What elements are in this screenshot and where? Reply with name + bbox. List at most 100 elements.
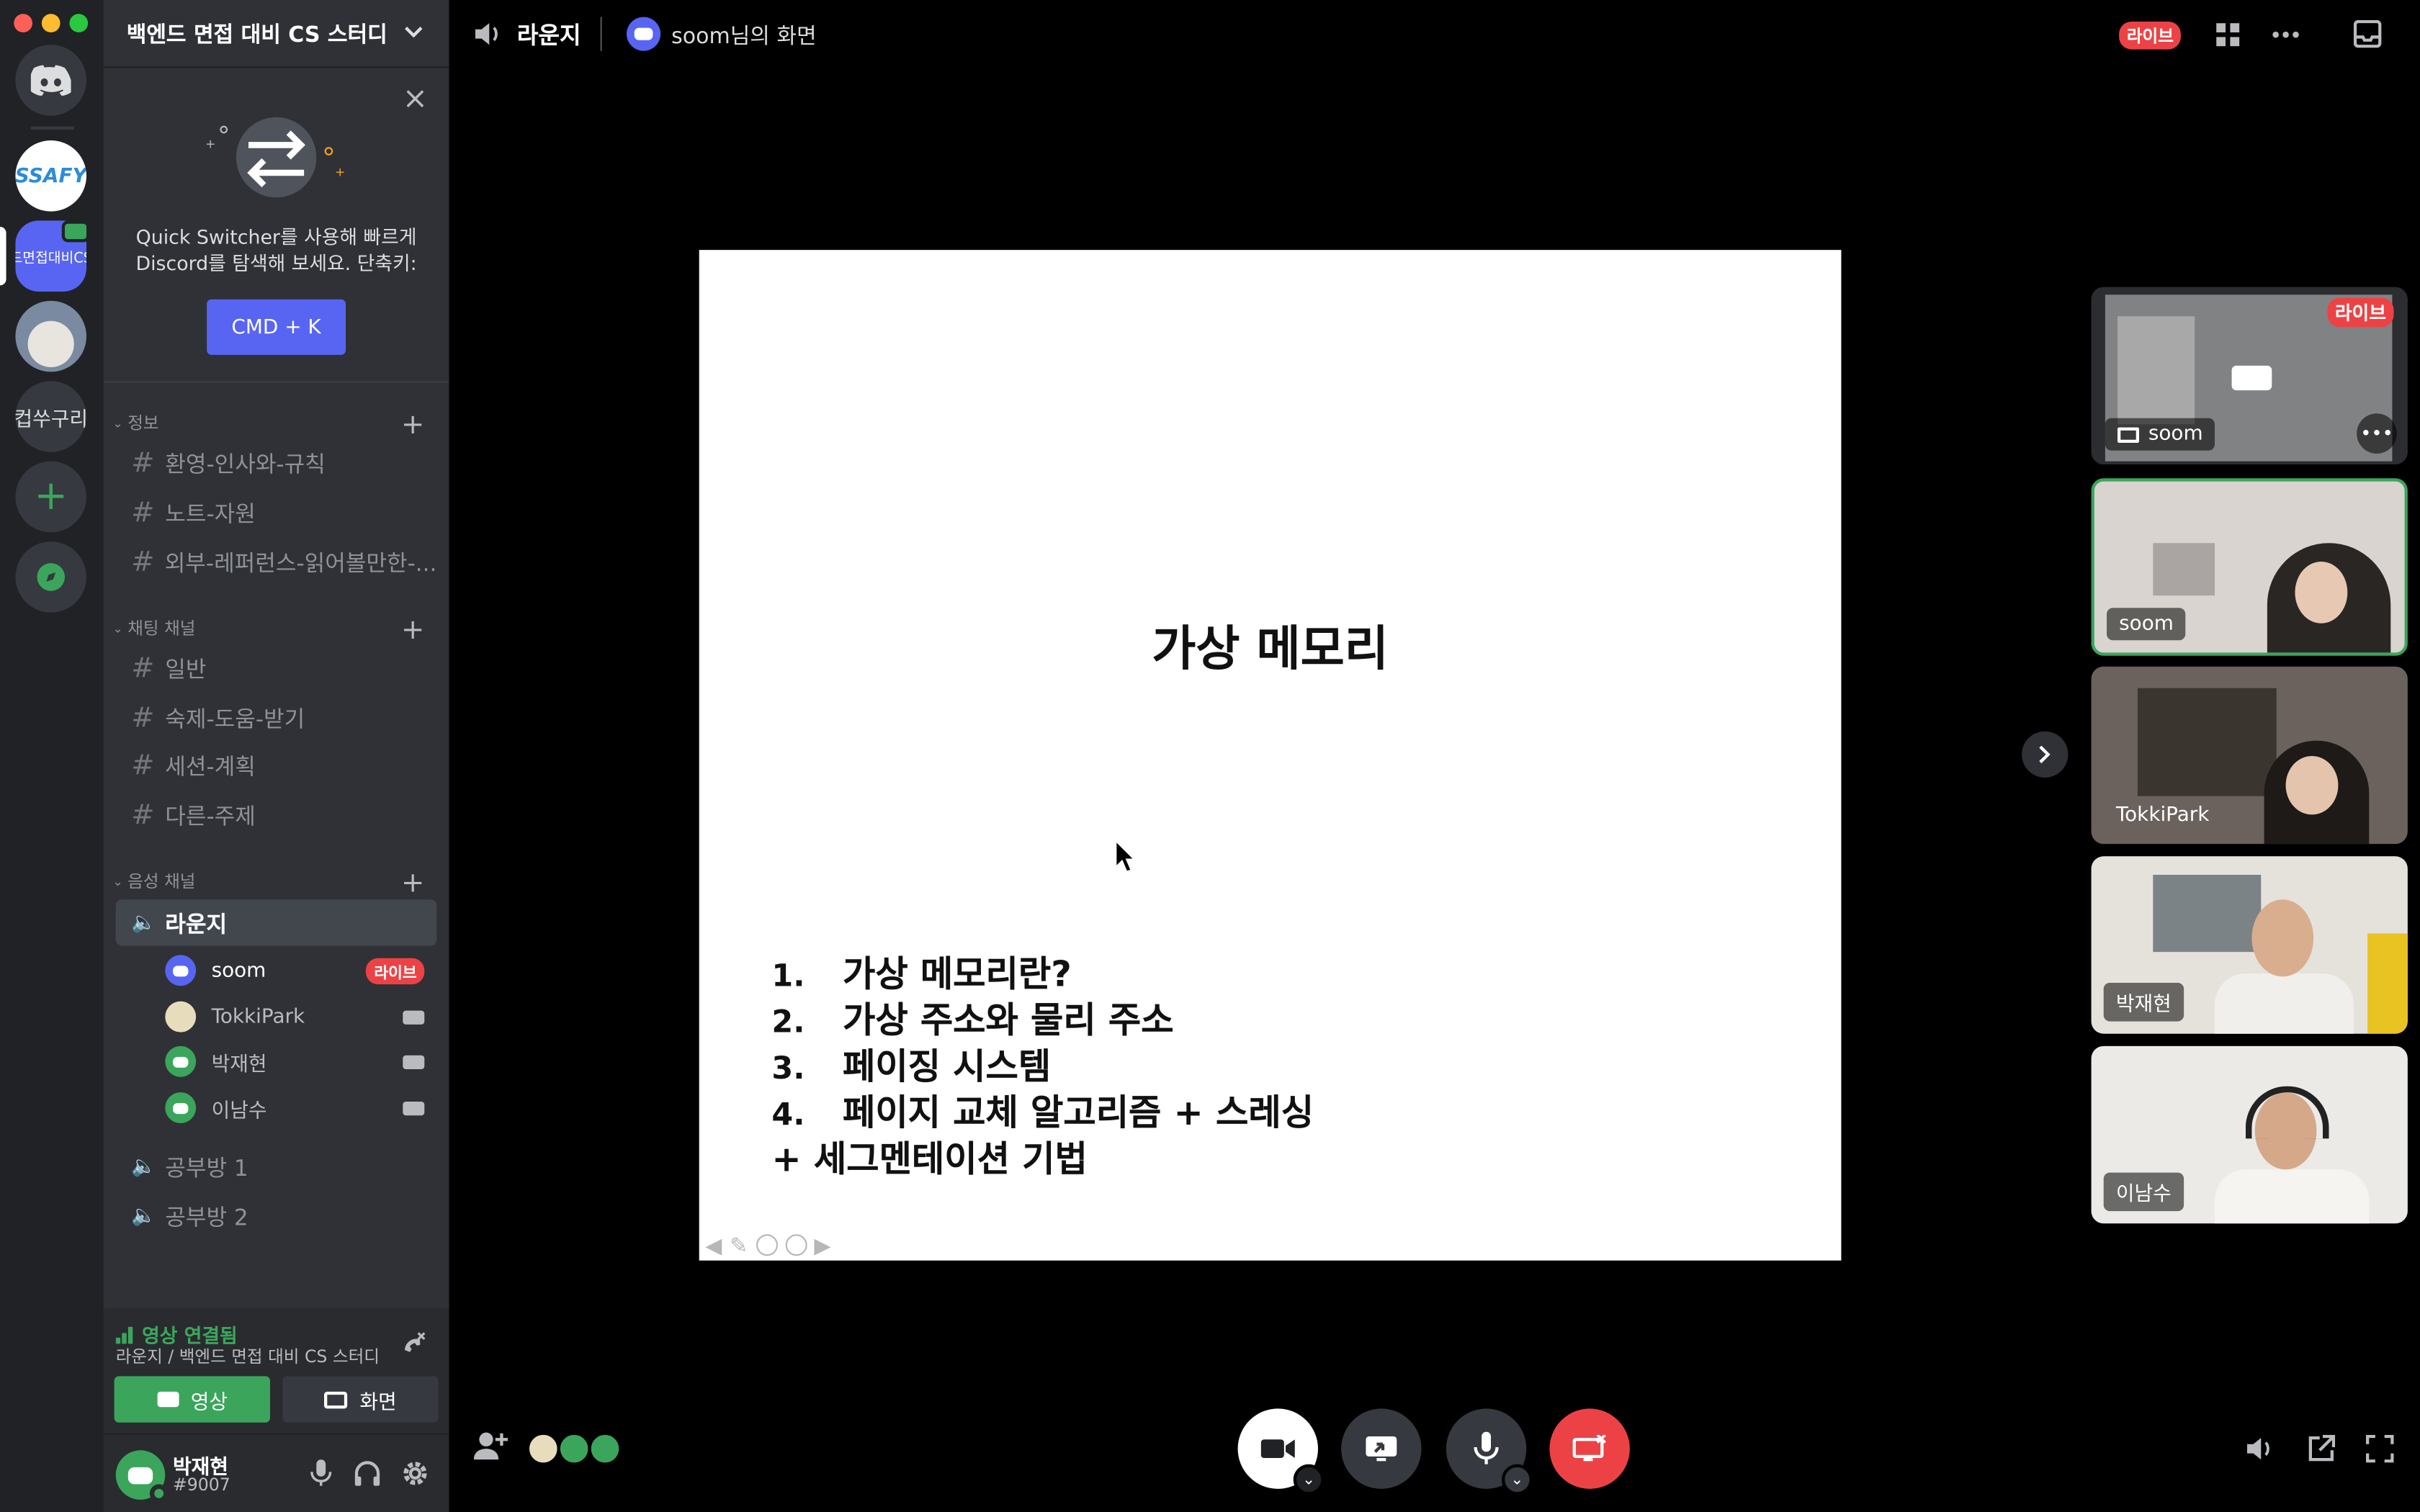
category-info[interactable]: ⌄ 정보: [112, 410, 158, 435]
shared-screen-slide[interactable]: 가상 메모리 1. 가상 메모리란? 2. 가상 주소와 물리 주소 3. 페이징 시…: [699, 250, 1842, 1261]
discord-logo-icon: [173, 1102, 189, 1114]
compass-icon: [37, 563, 65, 591]
voice-user-park[interactable]: 박재현: [165, 1040, 436, 1083]
participant-tile-park[interactable]: 박재현: [2091, 856, 2408, 1034]
user-avatar[interactable]: [115, 1450, 169, 1503]
slide-title: 가상 메모리: [1152, 621, 1389, 678]
participant-tile-stream[interactable]: 라이브 soom •••: [2091, 287, 2408, 464]
channel-references[interactable]: # 외부-레퍼런스-읽어볼만한-...: [116, 539, 437, 585]
voice-channel-study-1[interactable]: 🔈 공부방 1: [116, 1143, 437, 1189]
speaker-icon: 🔈: [131, 1204, 156, 1228]
fullscreen-icon[interactable]: [2366, 1434, 2394, 1463]
expand-participants-button[interactable]: [2022, 731, 2069, 778]
voice-user-name: TokkiPark: [211, 1005, 305, 1029]
slide-nav-controls[interactable]: ◀ ✎ ▶: [705, 1234, 830, 1259]
server-header[interactable]: 백엔드 면접 대비 CS 스터디: [103, 0, 449, 68]
category-text[interactable]: ⌄ 채팅 채널: [112, 616, 195, 640]
channel-welcome[interactable]: # 환영-인사와-규칙: [116, 440, 437, 486]
channel-notes[interactable]: # 노트-자원: [116, 489, 437, 535]
participant-avatars[interactable]: [526, 1431, 622, 1466]
tile-label: 이남수: [2103, 1172, 2184, 1212]
tile-options-button[interactable]: •••: [2357, 413, 2397, 454]
category-label: 채팅 채널: [127, 618, 196, 639]
participant-tile-tokkipark[interactable]: TokkiPark: [2091, 666, 2408, 845]
add-server-button[interactable]: +: [15, 461, 86, 533]
minimize-window-button[interactable]: [41, 14, 60, 32]
voice-user-lee[interactable]: 이남수: [165, 1086, 436, 1130]
wall-pictures: [2153, 543, 2215, 596]
voice-channel-lounge[interactable]: 🔈 라운지: [115, 899, 437, 946]
channel-homework[interactable]: # 숙제-도움-받기: [116, 694, 437, 740]
video-camera-icon: [156, 1391, 179, 1408]
discord-logo-icon: [634, 27, 653, 40]
voice-channel-study-2[interactable]: 🔈 공부방 2: [116, 1192, 437, 1238]
participant-tile-lee[interactable]: 이남수: [2091, 1045, 2408, 1224]
create-channel-button[interactable]: +: [401, 616, 424, 644]
more-options-icon[interactable]: [2272, 31, 2300, 39]
video-status-icon: [61, 220, 90, 243]
channel-general[interactable]: # 일반: [116, 645, 437, 691]
disconnect-icon[interactable]: [400, 1330, 428, 1358]
pop-out-icon[interactable]: [2308, 1434, 2336, 1463]
voice-user-name: 이남수: [211, 1099, 267, 1122]
chevron-down-icon[interactable]: ⌄: [1293, 1464, 1325, 1495]
explore-servers-button[interactable]: [15, 541, 86, 613]
server-text[interactable]: 컵쑤구리: [15, 381, 86, 452]
discord-logo-icon: [173, 1056, 189, 1067]
voice-user-soom[interactable]: soom 라이브: [165, 949, 436, 992]
grid-layout-icon[interactable]: [2216, 23, 2240, 47]
channel-label: 노트-자원: [165, 502, 256, 527]
video-button[interactable]: 영상: [114, 1376, 270, 1423]
svg-text:+: +: [205, 138, 215, 152]
create-channel-button[interactable]: +: [401, 869, 424, 897]
inbox-icon[interactable]: [2353, 19, 2382, 48]
category-voice[interactable]: ⌄ 음성 채널: [112, 868, 195, 893]
channel-session-plan[interactable]: # 세션-계획: [116, 742, 437, 788]
gear-icon[interactable]: [401, 1459, 429, 1488]
zoom-window-button[interactable]: [69, 14, 89, 32]
online-status-dot: [149, 1484, 169, 1503]
server-ssafy[interactable]: SSAFY: [15, 140, 86, 212]
volume-icon[interactable]: [2246, 1435, 2277, 1463]
rail-divider: [30, 126, 74, 130]
cmd-k-button[interactable]: CMD + K: [207, 299, 346, 355]
camera-toggle-button[interactable]: ⌄: [1237, 1408, 1325, 1495]
chevron-down-icon: ⌄: [112, 415, 123, 430]
screen-share-toggle-button[interactable]: [1341, 1408, 1422, 1489]
stop-streaming-button[interactable]: [1549, 1408, 1630, 1489]
channel-other-topics[interactable]: # 다른-주제: [116, 791, 437, 837]
screen-share-button[interactable]: 화면: [282, 1376, 439, 1423]
stage: 라운지 soom님의 화면 라이브 가상 메모리 1. 가상 메모리란? 2. 가상…: [449, 0, 2420, 1512]
microphone-icon[interactable]: [310, 1459, 332, 1488]
invite-user-icon[interactable]: [473, 1430, 508, 1461]
speaker-icon: 🔈: [131, 911, 156, 935]
close-window-button[interactable]: [14, 14, 32, 32]
quick-switcher-promo: + + Quick Switcher를 사용해 빠르게 Discord를 탐색해 …: [103, 68, 449, 383]
signal-icon: [115, 1326, 133, 1344]
video-camera-icon: [403, 1055, 425, 1069]
switch-arrows-icon: ++: [205, 117, 345, 198]
close-icon[interactable]: [406, 89, 425, 108]
channel-label: 세션-계획: [165, 755, 256, 780]
microphone-toggle-button[interactable]: ⌄: [1446, 1408, 1533, 1495]
chevron-down-icon[interactable]: ⌄: [1502, 1464, 1533, 1495]
participant-tile-soom[interactable]: soom: [2091, 478, 2408, 656]
person-silhouette: [2215, 973, 2354, 1034]
ssafy-logo-text: SSAFY: [15, 164, 86, 188]
connection-location[interactable]: 라운지 / 백엔드 면접 대비 CS 스터디: [116, 1344, 380, 1368]
person-face: [2285, 756, 2339, 815]
video-camera-icon: [1260, 1439, 1295, 1458]
avatar: [165, 1001, 197, 1032]
server-hamster[interactable]: [15, 300, 86, 372]
create-channel-button[interactable]: +: [401, 411, 424, 439]
channel-label: 공부방 2: [165, 1205, 248, 1230]
agenda-item: 3. 페이징 시스템: [771, 1048, 1052, 1088]
category-label: 정보: [127, 413, 159, 434]
voice-user-tokkipark[interactable]: TokkiPark: [165, 995, 436, 1038]
headphones-icon[interactable]: [354, 1459, 382, 1488]
stage-channel-name: 라운지: [516, 22, 581, 50]
hash-icon: #: [131, 545, 155, 578]
home-button[interactable]: [15, 45, 86, 116]
channel-label: 외부-레퍼런스-읽어볼만한-...: [164, 552, 437, 577]
server-name: 백엔드 면접 대비 CS 스터디: [126, 22, 387, 48]
